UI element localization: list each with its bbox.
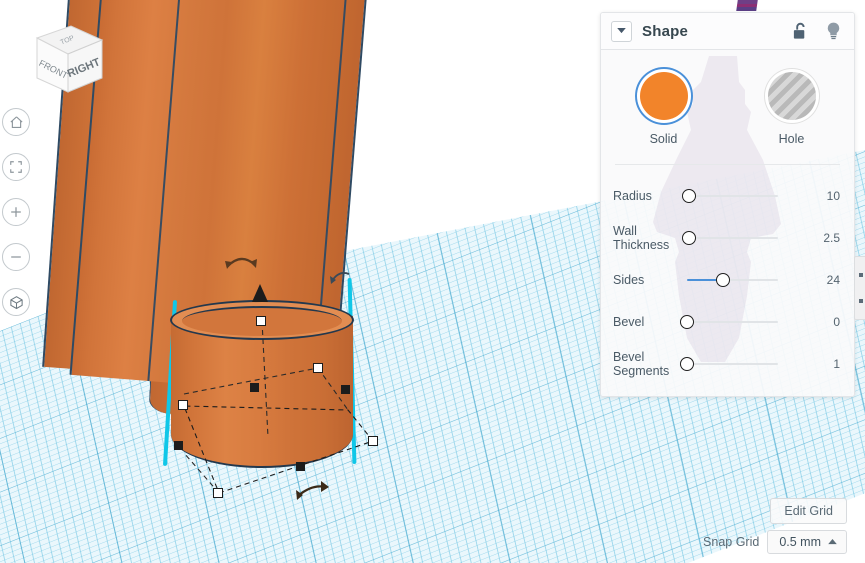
- zoom-in-button[interactable]: [2, 198, 30, 226]
- param-row-bevel: Bevel 0: [601, 301, 854, 343]
- edge-handle-front[interactable]: [296, 462, 305, 471]
- scale-handle-right[interactable]: [313, 363, 323, 373]
- wall-thickness-value[interactable]: 2.5: [806, 231, 840, 245]
- shape-parameters: Radius 10 Wall Thickness 2.5 Sides 24 Be…: [601, 165, 854, 385]
- sides-slider[interactable]: [687, 271, 800, 289]
- home-icon: [9, 115, 23, 128]
- panel-header-icons: [792, 21, 842, 41]
- slider-track: [687, 195, 778, 197]
- sides-value[interactable]: 24: [806, 273, 840, 287]
- toggle-perspective-button[interactable]: [2, 288, 30, 316]
- shape-properties-panel: Shape Solid Hole Radius 10 Wall Thicknes…: [600, 12, 855, 397]
- fit-brackets-icon: [10, 161, 22, 173]
- minus-icon: [11, 256, 21, 258]
- zoom-out-button[interactable]: [2, 243, 30, 271]
- move-handle-center[interactable]: [250, 383, 259, 392]
- sides-label: Sides: [613, 272, 645, 287]
- bevel-segments-value[interactable]: 1: [806, 357, 840, 371]
- solid-color-swatch[interactable]: [639, 72, 688, 120]
- shape-panel-header: Shape: [601, 13, 854, 50]
- cube-icon: [9, 295, 23, 309]
- unlocked-padlock-icon[interactable]: [792, 22, 809, 41]
- edge-handle-left[interactable]: [174, 441, 183, 450]
- shape-panel-body: Solid Hole Radius 10 Wall Thickness 2.5 …: [601, 50, 854, 396]
- snap-grid-dropdown[interactable]: 0.5 mm: [767, 530, 847, 554]
- solid-label: Solid: [649, 132, 678, 146]
- param-row-radius: Radius 10: [601, 175, 854, 217]
- slider-knob[interactable]: [682, 189, 697, 203]
- rotate-handle-bottom[interactable]: [296, 481, 330, 503]
- side-panel-marker: [859, 299, 863, 303]
- bevel-segments-slider[interactable]: [680, 355, 800, 373]
- lightbulb-icon[interactable]: [825, 21, 842, 41]
- shape-mode-solid[interactable]: Solid: [629, 72, 699, 146]
- scale-handle-corner-right[interactable]: [368, 436, 378, 446]
- bevel-slider[interactable]: [680, 313, 800, 331]
- bevel-segments-label: Bevel Segments: [613, 349, 670, 378]
- caret-up-icon: [828, 539, 837, 545]
- shape-mode-hole[interactable]: Hole: [757, 72, 827, 146]
- scale-handle-corner-front[interactable]: [213, 488, 223, 498]
- param-row-sides: Sides 24: [601, 259, 854, 301]
- radius-value[interactable]: 10: [806, 189, 840, 203]
- view-cube[interactable]: FRONT RIGHT TOP: [14, 16, 108, 104]
- radius-slider[interactable]: [682, 187, 800, 205]
- edit-grid-button[interactable]: Edit Grid: [770, 498, 847, 524]
- rotate-handle-right[interactable]: [330, 267, 352, 287]
- slider-track: [687, 237, 778, 239]
- side-panel-marker: [859, 273, 863, 277]
- bevel-label: Bevel: [613, 314, 645, 329]
- wall-thickness-label: Wall Thickness: [613, 223, 670, 252]
- background-purple-object: [736, 0, 758, 11]
- collapsed-side-panel[interactable]: [854, 256, 865, 320]
- radius-label: Radius: [613, 188, 652, 203]
- snap-grid-control: Snap Grid 0.5 mm: [703, 530, 847, 554]
- slider-knob[interactable]: [680, 315, 694, 329]
- slider-knob[interactable]: [680, 357, 694, 371]
- slider-track: [687, 321, 778, 323]
- navigation-toolbar: [2, 108, 30, 316]
- scale-handle-top[interactable]: [256, 316, 266, 326]
- param-row-bevel-segments: Bevel Segments 1: [601, 343, 854, 385]
- slider-knob[interactable]: [716, 273, 731, 287]
- home-view-button[interactable]: [2, 108, 30, 136]
- snap-grid-value: 0.5 mm: [779, 535, 821, 549]
- collapse-panel-button[interactable]: [611, 20, 632, 42]
- param-row-wall-thickness: Wall Thickness 2.5: [601, 217, 854, 259]
- hole-label: Hole: [778, 132, 805, 146]
- snap-grid-label: Snap Grid: [703, 535, 760, 549]
- tinkercad-workspace: FRONT RIGHT TOP Edit Grid Snap Grid 0.5 …: [0, 0, 865, 563]
- rotate-handle-top[interactable]: [224, 250, 258, 272]
- slider-knob[interactable]: [682, 231, 697, 245]
- fit-to-view-button[interactable]: [2, 153, 30, 181]
- shape-panel-title: Shape: [642, 22, 689, 40]
- plus-icon: [11, 207, 21, 217]
- slider-track: [687, 363, 778, 365]
- bevel-value[interactable]: 0: [806, 315, 840, 329]
- chevron-down-icon: [617, 28, 626, 34]
- shape-mode-selector: Solid Hole: [601, 50, 854, 146]
- hole-pattern-swatch[interactable]: [767, 72, 816, 120]
- edge-handle-right[interactable]: [341, 385, 350, 394]
- height-cone-handle[interactable]: [251, 284, 269, 304]
- wall-thickness-slider[interactable]: [682, 229, 800, 247]
- scale-handle-left[interactable]: [178, 400, 188, 410]
